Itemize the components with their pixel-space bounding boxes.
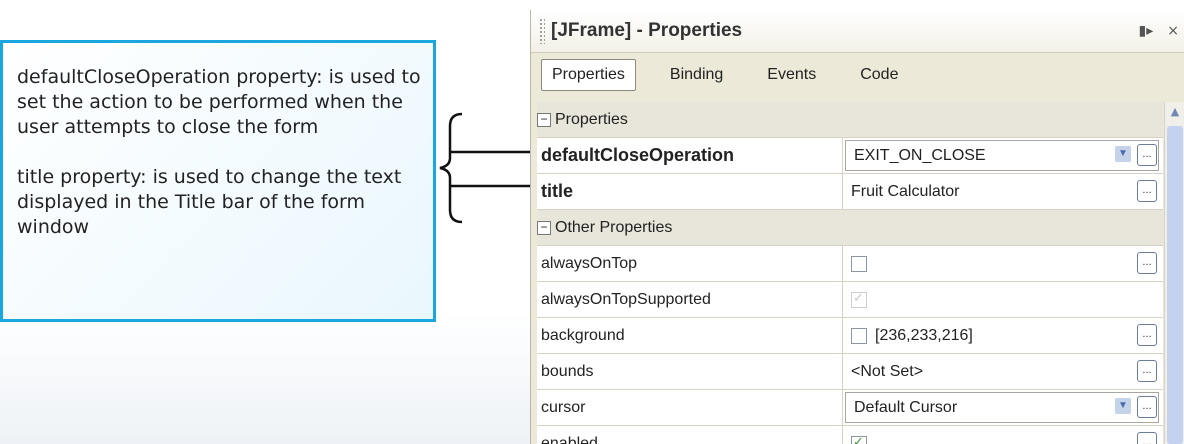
properties-window: [JFrame] - Properties ▮▸ × Properties Bi… [530, 10, 1184, 444]
defaultcloseoperation-select[interactable]: EXIT_ON_CLOSE [845, 140, 1159, 171]
property-value: [236,233,216] [875, 326, 973, 344]
ellipsis-button[interactable]: ... [1137, 324, 1157, 346]
chevron-down-icon[interactable]: ▼ [1115, 146, 1131, 162]
ellipsis-button[interactable]: ... [1137, 252, 1157, 274]
collapse-icon[interactable]: − [537, 220, 551, 235]
property-row-background: background [236,233,216] ... [537, 318, 1163, 354]
enabled-checkbox[interactable] [851, 434, 867, 444]
property-row-cursor: cursor Default Cursor ▼ ... [537, 390, 1163, 426]
pin-icon[interactable]: ▮▸ [1139, 23, 1154, 39]
section-properties[interactable]: − Properties [537, 102, 1163, 138]
background-value[interactable]: [236,233,216] [843, 318, 1163, 353]
tab-binding[interactable]: Binding [660, 60, 733, 90]
ellipsis-button[interactable]: ... [1137, 180, 1157, 202]
title-value[interactable]: Fruit Calculator [843, 174, 1163, 209]
scrollbar-thumb[interactable] [1167, 126, 1183, 444]
property-value: Fruit Calculator [851, 182, 960, 200]
callout-default-close-text: defaultCloseOperation property: is used … [17, 66, 421, 138]
property-row-bounds: bounds <Not Set> ... [537, 354, 1163, 390]
bounds-value[interactable]: <Not Set> [843, 354, 1163, 389]
ellipsis-button[interactable]: ... [1137, 144, 1157, 166]
scroll-up-icon[interactable]: ▲ [1165, 102, 1184, 122]
property-value: <Not Set> [851, 362, 924, 380]
ellipsis-button[interactable]: ... [1137, 360, 1157, 382]
ellipsis-button[interactable]: ... [1137, 432, 1157, 444]
property-name: alwaysOnTopSupported [537, 282, 843, 317]
window-title: [JFrame] - Properties [551, 20, 743, 41]
window-titlebar: [JFrame] - Properties ▮▸ × [531, 10, 1184, 53]
property-name: title [537, 174, 843, 209]
property-row-title: title Fruit Calculator ... [537, 174, 1163, 210]
property-name: enabled [537, 426, 843, 444]
alwaysontopsupported-checkbox [851, 290, 867, 308]
property-name: defaultCloseOperation [537, 138, 843, 173]
property-row-defaultcloseoperation: defaultCloseOperation EXIT_ON_CLOSE ▼ ..… [537, 138, 1163, 174]
cursor-select[interactable]: Default Cursor [845, 392, 1159, 423]
alwaysontop-checkbox[interactable] [851, 255, 867, 272]
section-other-properties[interactable]: − Other Properties [537, 210, 1163, 246]
section-label: Other Properties [555, 218, 673, 236]
tab-events[interactable]: Events [757, 60, 826, 90]
vertical-scrollbar[interactable]: ▲ [1164, 102, 1184, 444]
color-swatch-icon [851, 327, 867, 344]
property-name: background [537, 318, 843, 353]
drag-grip-icon[interactable] [539, 18, 545, 44]
callout-title-text: title property: is used to change the te… [17, 166, 402, 238]
section-label: Properties [555, 110, 628, 128]
ellipsis-button[interactable]: ... [1137, 396, 1157, 418]
property-name: cursor [537, 390, 843, 425]
close-icon[interactable]: × [1167, 23, 1179, 39]
tab-properties[interactable]: Properties [541, 59, 636, 91]
property-row-alwaysontopsupported: alwaysOnTopSupported [537, 282, 1163, 318]
property-name: bounds [537, 354, 843, 389]
property-row-enabled: enabled ... [537, 426, 1163, 444]
property-row-alwaysontop: alwaysOnTop ... [537, 246, 1163, 282]
property-value: EXIT_ON_CLOSE [854, 146, 986, 164]
chevron-down-icon[interactable]: ▼ [1115, 398, 1131, 414]
tab-code[interactable]: Code [850, 60, 908, 90]
property-value: Default Cursor [854, 398, 958, 416]
property-name: alwaysOnTop [537, 246, 843, 281]
property-sheet: − Properties defaultCloseOperation EXIT_… [537, 102, 1163, 444]
collapse-icon[interactable]: − [537, 112, 551, 127]
annotation-callout: defaultCloseOperation property: is used … [0, 40, 436, 322]
tab-bar: Properties Binding Events Code [531, 53, 1184, 97]
